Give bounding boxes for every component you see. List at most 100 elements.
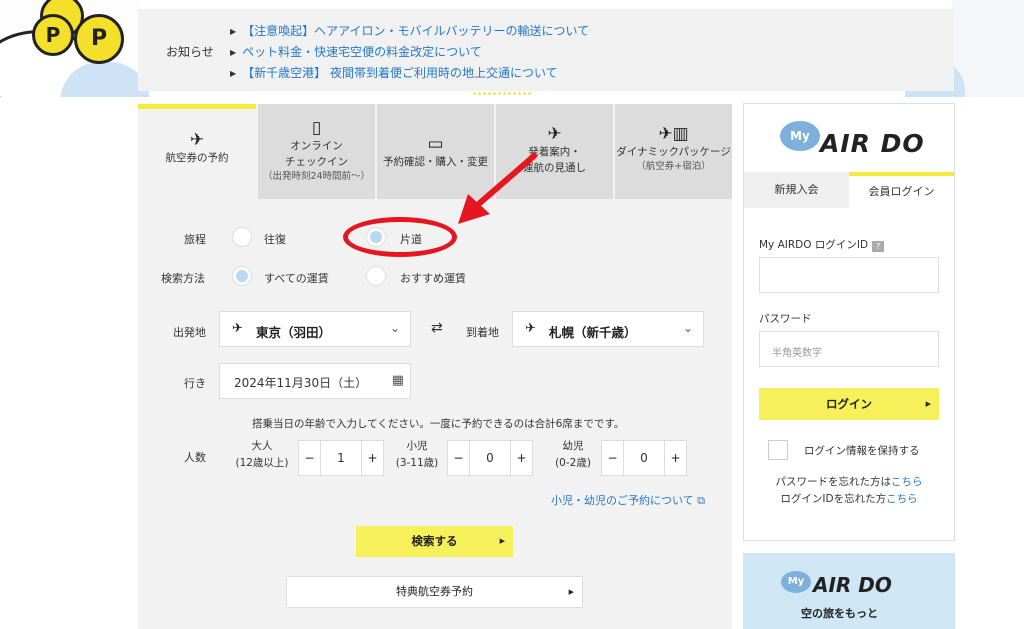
tab-dynamic-package[interactable]: ✈▥ ダイナミックパッケージ （航空券+宿泊）: [613, 104, 732, 199]
tab-member-login[interactable]: 会員ログイン: [849, 172, 954, 208]
triangle-icon: ▶: [230, 27, 237, 36]
award-ticket-button[interactable]: 特典航空券予約 ▶: [286, 576, 583, 608]
date-field[interactable]: 2024年11月30日（土） ▦: [219, 363, 411, 399]
airplane-icon: ✈: [189, 130, 205, 150]
remember-checkbox[interactable]: [768, 440, 788, 460]
news-label: お知らせ: [166, 45, 214, 59]
news-item-text[interactable]: 【新千歳空港】 夜間帯到着便ご利用時の地上交通について: [242, 66, 557, 80]
news-item-text[interactable]: ペット料金・快速宅空便の料金改定について: [242, 45, 482, 59]
login-id-label-text: My AIRDO ログインID: [759, 239, 869, 251]
news-item[interactable]: ▶ 【新千歳空港】 夜間帯到着便ご利用時の地上交通について: [230, 64, 558, 81]
triangle-right-icon: ▶: [925, 400, 931, 408]
adult-stepper[interactable]: − 1 +: [298, 440, 384, 476]
child-booking-link-text[interactable]: 小児・幼児のご予約について: [551, 494, 694, 507]
child-age: (3-11歳): [395, 457, 439, 469]
adult-label-text: 大人: [251, 440, 273, 452]
to-select[interactable]: ✈ 札幌（新千歳） ⌄: [512, 311, 704, 347]
booking-panel: ✈ 航空券の予約 ▯ オンライン チェックイン （出発時刻24時間前〜） ▭ 予…: [138, 104, 732, 629]
to-value: 札幌（新千歳）: [549, 325, 637, 340]
departure-icon: ✈: [232, 321, 243, 336]
login-id-label: My AIRDO ログインID?: [759, 237, 885, 252]
forgot-password-text: パスワードを忘れた方はこちら: [744, 474, 954, 489]
annotation-arrow: [458, 153, 537, 224]
coin-icon: P: [32, 14, 74, 56]
login-panel: My AIR DO 新規入会 会員ログイン My AIRDO ログインID? パ…: [743, 103, 955, 541]
child-count[interactable]: 0: [470, 441, 510, 475]
plus-button[interactable]: +: [361, 441, 383, 475]
adult-age: (12歳以上): [235, 457, 289, 469]
child-stepper[interactable]: − 0 +: [447, 440, 533, 476]
tab-new-member[interactable]: 新規入会: [744, 172, 849, 208]
forgot-id-link[interactable]: こちら: [886, 493, 918, 505]
minus-button[interactable]: −: [602, 441, 624, 475]
myairdo-logo: My AIR DO: [780, 121, 930, 161]
from-value: 東京（羽田）: [256, 325, 332, 340]
infant-stepper[interactable]: − 0 +: [601, 440, 687, 476]
plus-button[interactable]: +: [664, 441, 686, 475]
radio-recommended-fares[interactable]: [366, 266, 386, 286]
from-label: 出発地: [173, 326, 206, 339]
radio-all-fares[interactable]: [232, 266, 252, 286]
dot-decoration: [472, 91, 532, 97]
news-item-text[interactable]: 【注意喚起】ヘアアイロン・モバイルバッテリーの輸送について: [242, 24, 589, 38]
departure-icon: ✈: [547, 124, 562, 144]
triangle-icon: ▶: [230, 69, 237, 78]
radio-round-trip[interactable]: [232, 227, 252, 247]
help-icon[interactable]: ?: [872, 241, 885, 252]
adult-count[interactable]: 1: [321, 441, 361, 475]
tab-sublabel: （出発時刻24時間前〜）: [262, 171, 371, 182]
promo-my-bubble: My: [781, 571, 811, 593]
tab-sublabel: （航空券+宿泊）: [636, 161, 711, 172]
award-ticket-label: 特典航空券予約: [396, 585, 473, 598]
logo-my-bubble: My: [780, 121, 820, 151]
promo-subtitle: 空の旅をもっと: [801, 607, 878, 620]
swap-icon[interactable]: ⇄: [431, 320, 443, 336]
child-booking-link[interactable]: 小児・幼児のご予約について ⧉: [551, 492, 705, 508]
passenger-note: 搭乗当日の年齢で入力してください。一度に予約できるのは合計6席までです。: [252, 418, 625, 430]
trip-label: 旅程: [184, 233, 206, 246]
infant-label: 幼児 (0-2歳): [548, 438, 598, 472]
active-tab-indicator: [138, 104, 256, 109]
coin-icon: P: [74, 14, 124, 64]
infant-count[interactable]: 0: [624, 441, 664, 475]
login-button[interactable]: ログイン ▶: [759, 388, 939, 420]
plus-button[interactable]: +: [510, 441, 532, 475]
coin-letter: P: [45, 23, 61, 47]
service-tabs: ✈ 航空券の予約 ▯ オンライン チェックイン （出発時刻24時間前〜） ▭ 予…: [138, 104, 732, 199]
to-label: 到着地: [466, 326, 499, 339]
tab-flight-booking[interactable]: ✈ 航空券の予約: [138, 104, 256, 199]
calendar-icon: ▦: [391, 373, 404, 388]
minus-button[interactable]: −: [448, 441, 470, 475]
news-item[interactable]: ▶ ペット料金・快速宅空便の料金改定について: [230, 43, 482, 60]
tab-label: 航空券の予約: [165, 152, 229, 164]
radio-recommended-fares-label[interactable]: おすすめ運賃: [400, 270, 466, 286]
search-button[interactable]: 検索する ▶: [356, 526, 513, 557]
login-button-label: ログイン: [826, 397, 872, 411]
mobile-checkin-icon: ▯: [311, 118, 322, 138]
news-item[interactable]: ▶ 【注意喚起】ヘアアイロン・モバイルバッテリーの輸送について: [230, 22, 589, 39]
highlight-circle: [343, 217, 457, 257]
chevron-down-icon: ⌄: [682, 321, 693, 335]
search-method-label: 検索方法: [161, 272, 205, 285]
forgot-password-link[interactable]: こちら: [891, 476, 923, 488]
radio-all-fares-label[interactable]: すべての運賃: [264, 270, 329, 286]
from-select[interactable]: ✈ 東京（羽田） ⌄: [219, 311, 411, 347]
plane-hotel-icon: ✈▥: [658, 124, 689, 144]
remember-label[interactable]: ログイン情報を保持する: [804, 443, 920, 458]
tab-label: ダイナミックパッケージ: [616, 146, 731, 158]
myairdo-promo-banner[interactable]: My AIR DO 空の旅をもっと: [743, 553, 955, 629]
login-id-input[interactable]: [759, 257, 939, 293]
child-label: 小児 (3-11歳): [392, 438, 442, 472]
minus-button[interactable]: −: [299, 441, 321, 475]
radio-round-trip-label[interactable]: 往復: [264, 231, 286, 247]
triangle-icon: ▶: [230, 48, 237, 57]
infant-age: (0-2歳): [555, 457, 591, 469]
infant-label-text: 幼児: [562, 440, 584, 452]
tab-online-checkin[interactable]: ▯ オンライン チェックイン （出発時刻24時間前〜）: [256, 104, 375, 199]
password-input[interactable]: 半角英数字: [759, 331, 939, 367]
chevron-down-icon: ⌄: [389, 321, 400, 335]
arrival-icon: ✈: [525, 321, 536, 336]
forgot-password-label: パスワードを忘れた方は: [775, 476, 892, 488]
promo-title: AIR DO: [813, 573, 892, 597]
external-link-icon: ⧉: [697, 494, 706, 507]
